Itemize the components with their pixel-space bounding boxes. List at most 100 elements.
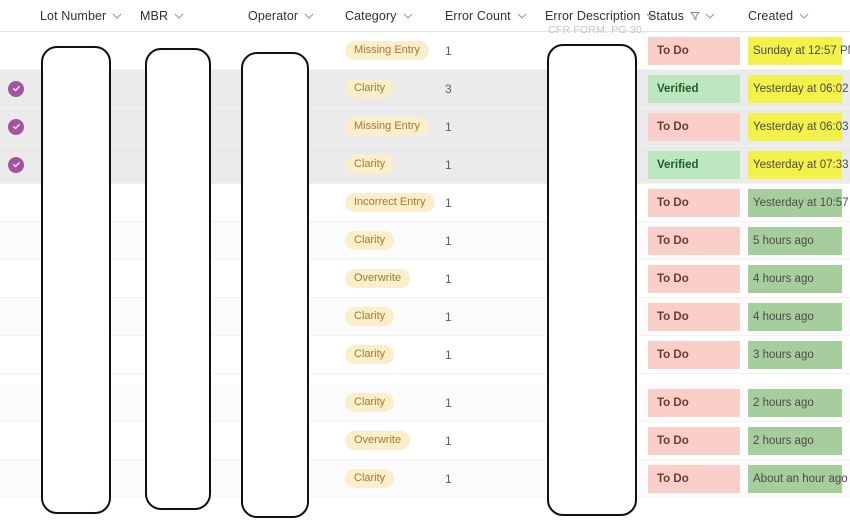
created-highlight: Yesterday at 07:33 AM bbox=[748, 150, 850, 179]
table-row[interactable]: Clarity 1 To Do 5 hours ago bbox=[0, 222, 850, 260]
cell-status: To Do bbox=[648, 422, 740, 459]
redaction-lot-number bbox=[41, 46, 111, 514]
cell-category: Clarity bbox=[345, 460, 437, 497]
status-badge-label: To Do bbox=[657, 196, 689, 209]
created-timestamp: About an hour ago bbox=[753, 472, 848, 485]
filter-icon[interactable] bbox=[690, 11, 701, 21]
error-count-value: 1 bbox=[445, 271, 452, 286]
created-timestamp: 2 hours ago bbox=[753, 396, 814, 409]
table-row[interactable]: Clarity 1 Verified Yesterday at 07:33 AM bbox=[0, 146, 850, 184]
chevron-down-icon[interactable] bbox=[403, 11, 413, 21]
chevron-down-icon[interactable] bbox=[304, 11, 314, 21]
row-select-checkbox[interactable] bbox=[8, 298, 36, 335]
table-row[interactable]: Clarity 3 Verified Yesterday at 06:02 AM bbox=[0, 70, 850, 108]
cell-error-count: 1 bbox=[445, 422, 485, 459]
chevron-down-icon[interactable] bbox=[174, 11, 184, 21]
category-pill: Clarity bbox=[345, 393, 395, 412]
cell-category: Missing Entry bbox=[345, 32, 437, 69]
created-highlight: About an hour ago bbox=[748, 464, 848, 493]
cell-created: About an hour ago bbox=[748, 460, 848, 497]
table-row[interactable]: Incorrect Entry 1 To Do Yesterday at 10:57 … bbox=[0, 184, 850, 222]
column-header-error-count[interactable]: Error Count bbox=[445, 0, 527, 32]
chevron-down-icon[interactable] bbox=[112, 11, 122, 21]
status-badge-label: To Do bbox=[657, 348, 689, 361]
status-badge-label: To Do bbox=[657, 234, 689, 247]
cell-created: Sunday at 12:57 PM bbox=[748, 32, 850, 69]
status-badge-label: To Do bbox=[657, 434, 689, 447]
created-timestamp: Yesterday at 06:02 AM bbox=[753, 82, 850, 95]
row-select-checkbox[interactable] bbox=[8, 460, 36, 497]
error-count-value: 1 bbox=[445, 233, 452, 248]
cell-category: Incorrect Entry bbox=[345, 184, 437, 221]
row-select-checkbox[interactable] bbox=[8, 222, 36, 259]
redaction-operator bbox=[241, 52, 309, 518]
cell-created: Yesterday at 10:57 PM bbox=[748, 184, 850, 221]
cell-category: Overwrite bbox=[345, 260, 437, 297]
cell-category: Clarity bbox=[345, 336, 437, 373]
cell-status: To Do bbox=[648, 32, 740, 69]
status-badge-label: Verified bbox=[657, 158, 699, 171]
category-pill: Clarity bbox=[345, 231, 395, 250]
chevron-down-icon[interactable] bbox=[705, 11, 715, 21]
status-badge: To Do bbox=[648, 426, 740, 455]
cell-created: Yesterday at 06:02 AM bbox=[748, 70, 850, 107]
cell-error-count: 1 bbox=[445, 460, 485, 497]
category-pill: Clarity bbox=[345, 155, 395, 174]
column-header-label: Error Description bbox=[545, 9, 641, 23]
created-highlight: 3 hours ago bbox=[748, 340, 842, 369]
column-header-created[interactable]: Created bbox=[748, 0, 809, 32]
created-timestamp: Sunday at 12:57 PM bbox=[753, 44, 850, 57]
table-row[interactable]: Missing Entry 1 To Do Yesterday at 06:03 AM bbox=[0, 108, 850, 146]
row-select-checkbox[interactable] bbox=[8, 384, 36, 421]
table-row[interactable]: Clarity 1 To Do 2 hours ago bbox=[0, 384, 850, 422]
row-select-checkbox[interactable] bbox=[8, 336, 36, 373]
row-select-checkbox[interactable] bbox=[8, 70, 36, 107]
cell-error-count: 1 bbox=[445, 32, 485, 69]
table-row[interactable]: Overwrite 1 To Do 4 hours ago bbox=[0, 260, 850, 298]
row-select-checkbox[interactable] bbox=[8, 184, 36, 221]
error-count-value: 1 bbox=[445, 43, 452, 58]
row-select-checkbox[interactable] bbox=[8, 108, 36, 145]
check-circle-icon[interactable] bbox=[8, 80, 24, 97]
cell-status: Verified bbox=[648, 70, 740, 107]
row-select-checkbox[interactable] bbox=[8, 260, 36, 297]
column-header-lot-number[interactable]: Lot Number bbox=[40, 0, 122, 32]
table-row[interactable]: Clarity 1 To Do About an hour ago bbox=[0, 460, 850, 498]
cell-created: 5 hours ago bbox=[748, 222, 842, 259]
created-timestamp: 4 hours ago bbox=[753, 272, 814, 285]
column-header-mbr[interactable]: MBR bbox=[140, 0, 184, 32]
cell-status: To Do bbox=[648, 222, 740, 259]
check-circle-icon[interactable] bbox=[8, 118, 24, 135]
row-select-checkbox[interactable] bbox=[8, 422, 36, 459]
column-header-operator[interactable]: Operator bbox=[248, 0, 314, 32]
cell-created: Yesterday at 06:03 AM bbox=[748, 108, 850, 145]
created-highlight: Sunday at 12:57 PM bbox=[748, 36, 850, 65]
column-header-category[interactable]: Category bbox=[345, 0, 413, 32]
cell-error-count: 1 bbox=[445, 222, 485, 259]
cell-category: Missing Entry bbox=[345, 108, 437, 145]
category-pill: Clarity bbox=[345, 469, 395, 488]
status-badge: To Do bbox=[648, 188, 740, 217]
chevron-down-icon[interactable] bbox=[517, 11, 527, 21]
status-badge: Verified bbox=[648, 150, 740, 179]
chevron-down-icon[interactable] bbox=[799, 11, 809, 21]
row-select-checkbox[interactable] bbox=[8, 146, 36, 183]
cell-status: To Do bbox=[648, 336, 740, 373]
table-row[interactable]: Clarity 1 To Do 4 hours ago bbox=[0, 298, 850, 336]
error-count-value: 1 bbox=[445, 195, 452, 210]
created-highlight: 4 hours ago bbox=[748, 302, 842, 331]
table-row[interactable]: Missing Entry 1 To Do Sunday at 12:57 PM bbox=[0, 32, 850, 70]
status-badge: To Do bbox=[648, 464, 740, 493]
column-header-label: Status bbox=[648, 9, 685, 23]
cell-category: Clarity bbox=[345, 70, 437, 107]
redaction-error-description bbox=[547, 44, 637, 516]
check-circle-icon[interactable] bbox=[8, 156, 24, 173]
cell-status: Verified bbox=[648, 146, 740, 183]
row-select-checkbox[interactable] bbox=[8, 32, 36, 69]
cell-error-count: 1 bbox=[445, 108, 485, 145]
created-highlight: 5 hours ago bbox=[748, 226, 842, 255]
table-row[interactable]: Clarity 1 To Do 3 hours ago bbox=[0, 336, 850, 374]
grid-body: Missing Entry 1 To Do Sunday at 12:57 PM Cla… bbox=[0, 32, 850, 522]
created-highlight: 2 hours ago bbox=[748, 388, 842, 417]
table-row[interactable]: Overwrite 1 To Do 2 hours ago bbox=[0, 422, 850, 460]
